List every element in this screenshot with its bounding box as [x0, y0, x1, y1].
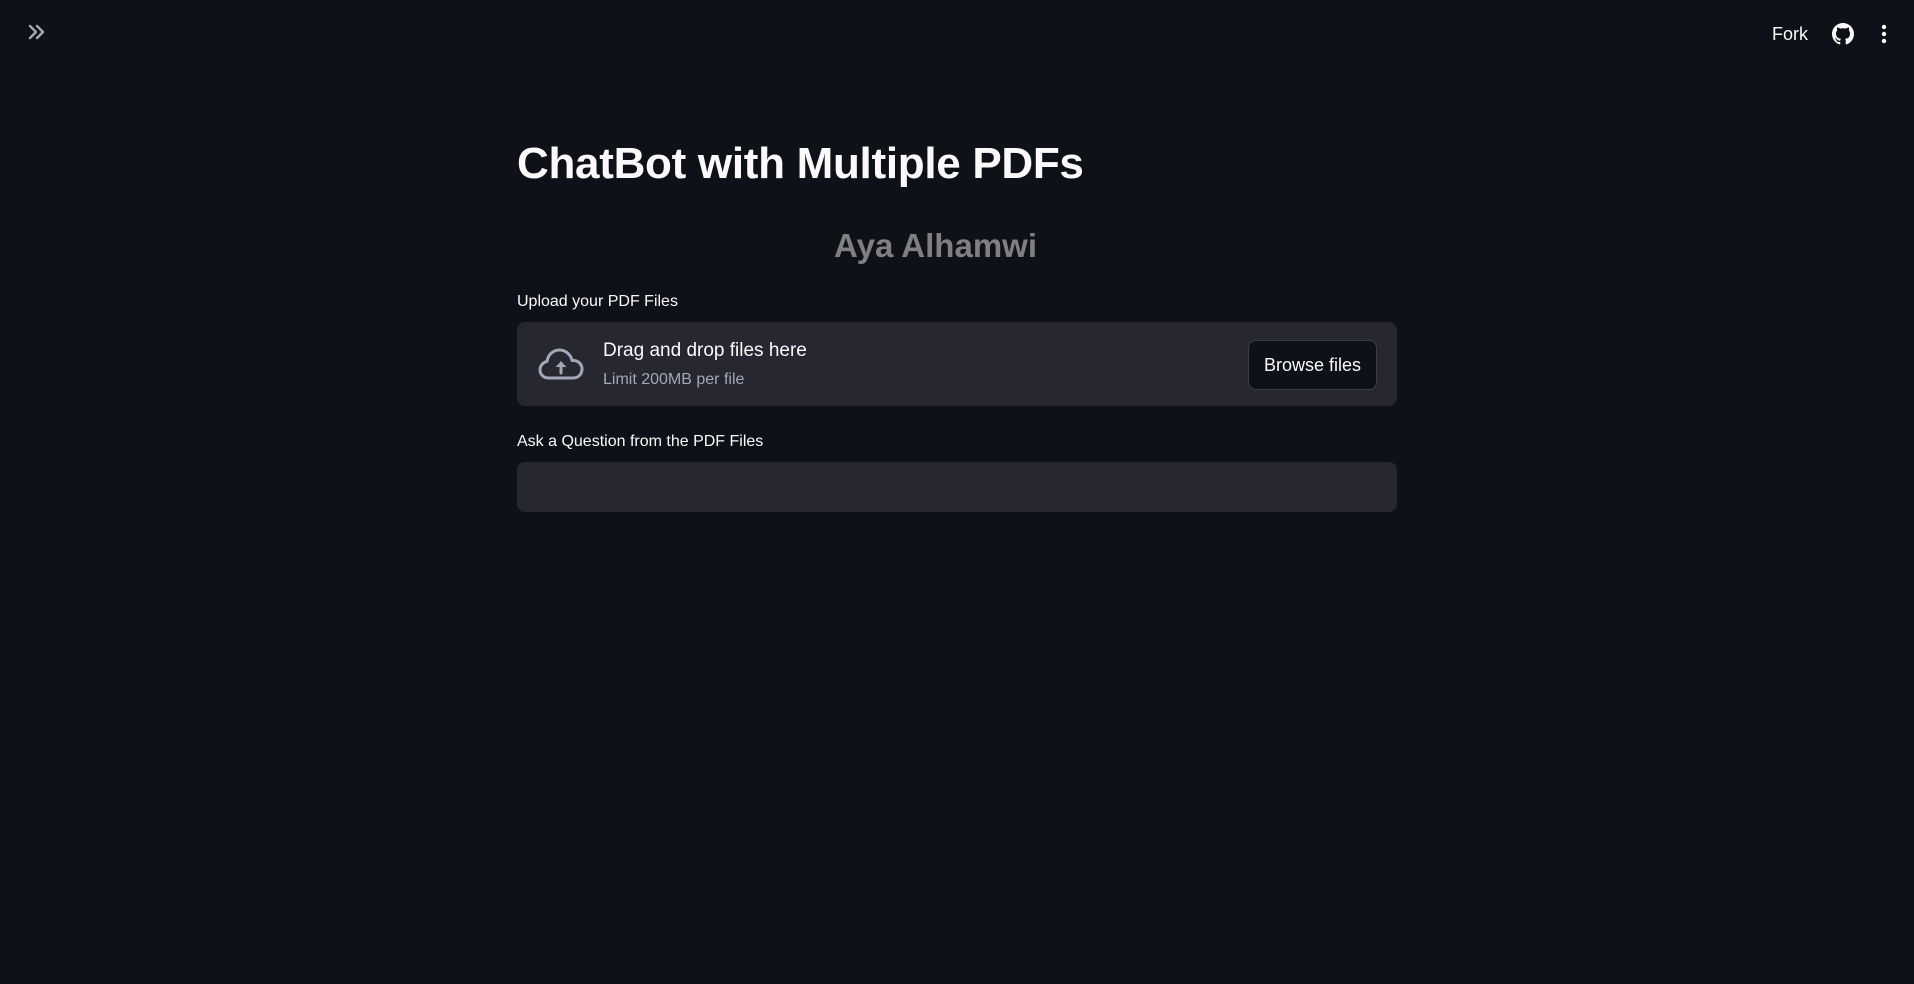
upload-label: Upload your PDF Files: [517, 293, 678, 310]
question-label: Ask a Question from the PDF Files: [517, 433, 764, 450]
file-dropzone[interactable]: Drag and drop files here Limit 200MB per…: [517, 322, 1397, 406]
fork-link[interactable]: Fork: [1764, 20, 1816, 49]
author-name: Aya Alhamwi: [834, 227, 1037, 264]
cloud-upload-icon: [537, 342, 585, 386]
double-chevron-right-icon: [27, 24, 47, 45]
dropzone-instructions: Drag and drop files here: [603, 340, 807, 361]
app-page: Fork ChatBot with Multiple PDFs Aya Alha…: [0, 0, 1914, 984]
header-actions: Fork: [1764, 18, 1894, 50]
question-input[interactable]: [517, 462, 1397, 512]
vertical-dots-menu-icon[interactable]: [1874, 21, 1894, 47]
browse-files-button[interactable]: Browse files: [1247, 340, 1377, 390]
file-size-limit: Limit 200MB per file: [603, 371, 745, 388]
github-icon[interactable]: [1830, 21, 1856, 47]
top-header: Fork: [0, 0, 1914, 68]
sidebar-expand-button[interactable]: [24, 22, 50, 46]
page-title: ChatBot with Multiple PDFs: [517, 139, 1084, 188]
